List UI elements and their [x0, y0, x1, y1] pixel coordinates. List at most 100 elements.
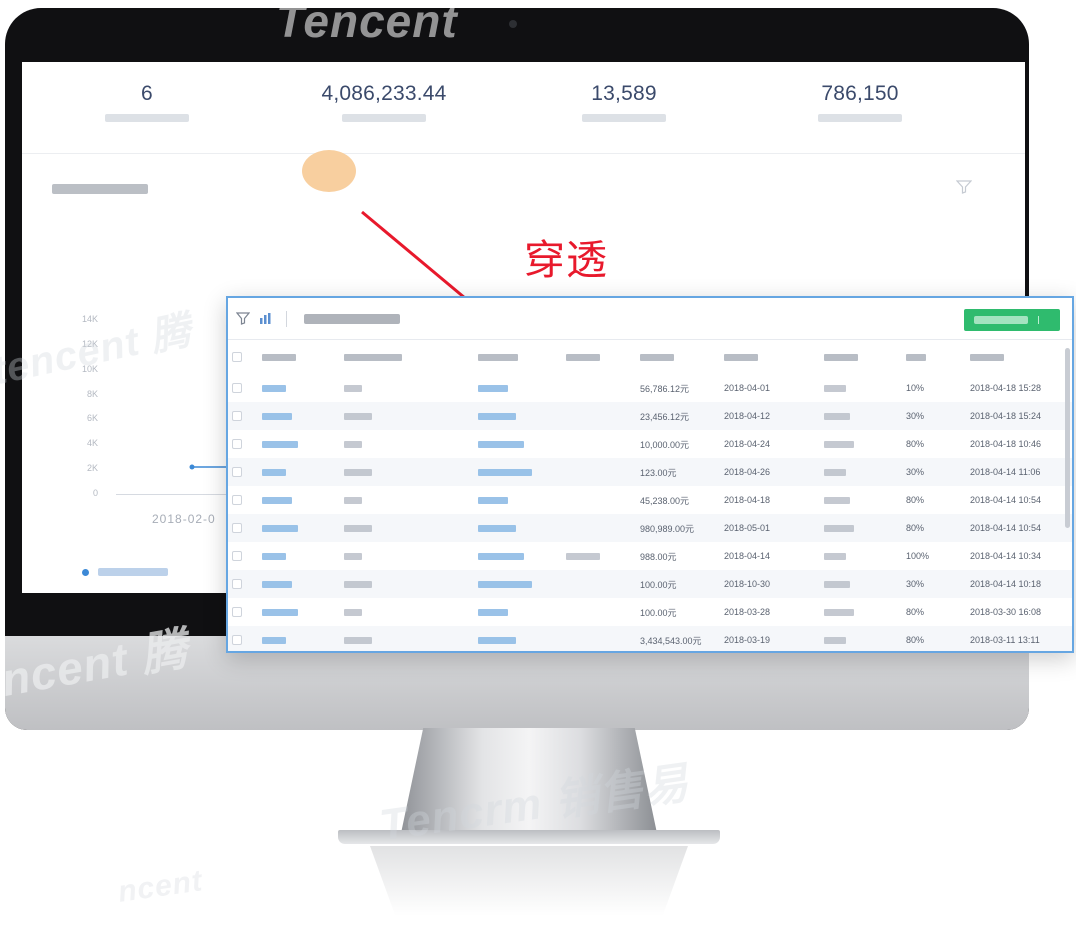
- panel-title: [304, 314, 400, 324]
- customer-link[interactable]: [478, 497, 508, 505]
- opportunity-link[interactable]: [262, 385, 286, 393]
- row-checkbox[interactable]: [232, 439, 242, 450]
- opportunity-link[interactable]: [262, 441, 298, 449]
- amount-cell: 980,989.00元: [640, 523, 695, 534]
- column-header[interactable]: [562, 340, 636, 374]
- table-row[interactable]: 100.00元 2018-03-28 80% 2018-03-30 16:08: [228, 598, 1072, 626]
- select-all-checkbox[interactable]: [228, 340, 258, 374]
- win-rate-cell: 10%: [906, 383, 925, 393]
- created-time-cell: 2018-04-14 10:18: [970, 579, 1042, 589]
- column-header[interactable]: [966, 340, 1072, 374]
- table-row[interactable]: 3,434,543.00元 2018-03-19 80% 2018-03-11 13:…: [228, 626, 1072, 651]
- customer-link[interactable]: [478, 385, 508, 393]
- opportunity-link[interactable]: [262, 609, 298, 617]
- stage-cell: [824, 637, 846, 645]
- row-checkbox[interactable]: [232, 635, 242, 646]
- column-header[interactable]: [636, 340, 720, 374]
- opportunity-table: 56,786.12元 2018-04-01 10% 2018-04-18 15:28 2…: [228, 340, 1072, 651]
- row-checkbox[interactable]: [232, 523, 242, 534]
- amount-cell: 123.00元: [640, 467, 677, 478]
- customer-link[interactable]: [478, 469, 532, 477]
- owner-cell: [344, 553, 362, 561]
- amount-cell: 988.00元: [640, 551, 677, 562]
- amount-cell: 56,786.12元: [640, 383, 690, 394]
- table-header-row: [228, 340, 1072, 374]
- column-header[interactable]: [258, 340, 340, 374]
- opportunity-link[interactable]: [262, 553, 286, 561]
- row-checkbox[interactable]: [232, 579, 242, 590]
- customer-link[interactable]: [478, 525, 516, 533]
- table-row[interactable]: 988.00元 2018-04-14 100% 2018-04-14 10:34: [228, 542, 1072, 570]
- created-time-cell: 2018-04-18 15:28: [970, 383, 1042, 393]
- table-row[interactable]: 56,786.12元 2018-04-01 10% 2018-04-18 15:28: [228, 374, 1072, 402]
- product-mockup: 6 4,086,233.44 13,589 786,150 14K 12K 10K 8…: [0, 0, 1076, 927]
- opportunity-link[interactable]: [262, 413, 292, 421]
- amount-cell: 10,000.00元: [640, 439, 690, 450]
- owner-cell: [344, 609, 362, 617]
- primary-action-button[interactable]: [964, 309, 1060, 331]
- customer-link[interactable]: [478, 553, 524, 561]
- opportunity-link[interactable]: [262, 469, 286, 477]
- row-checkbox[interactable]: [232, 495, 242, 506]
- win-rate-cell: 80%: [906, 495, 925, 505]
- stage-cell: [824, 497, 850, 505]
- opportunity-link[interactable]: [262, 525, 298, 533]
- drill-through-label: 穿透: [524, 236, 608, 284]
- customer-link[interactable]: [478, 413, 516, 421]
- row-checkbox[interactable]: [232, 607, 242, 618]
- win-rate-cell: 80%: [906, 635, 925, 645]
- created-time-cell: 2018-03-30 16:08: [970, 607, 1042, 617]
- win-rate-cell: 80%: [906, 523, 925, 533]
- customer-link[interactable]: [478, 637, 516, 645]
- owner-cell: [344, 637, 372, 645]
- filter-icon[interactable]: [236, 312, 250, 325]
- table-row[interactable]: 10,000.00元 2018-04-24 80% 2018-04-18 10:46: [228, 430, 1072, 458]
- stage-cell: [824, 553, 846, 561]
- chart-icon[interactable]: [258, 312, 272, 325]
- row-checkbox[interactable]: [232, 467, 242, 478]
- column-header[interactable]: [340, 340, 474, 374]
- created-time-cell: 2018-04-14 10:34: [970, 551, 1042, 561]
- owner-cell: [344, 385, 362, 393]
- table-row[interactable]: 123.00元 2018-04-26 30% 2018-04-14 11:06: [228, 458, 1072, 486]
- close-date-cell: 2018-03-28: [724, 607, 771, 617]
- button-label: [974, 316, 1028, 324]
- win-rate-cell: 80%: [906, 607, 925, 617]
- table-row[interactable]: 23,456.12元 2018-04-12 30% 2018-04-18 15:24: [228, 402, 1072, 430]
- stage-cell: [824, 581, 850, 589]
- close-date-cell: 2018-10-30: [724, 579, 771, 589]
- scrollbar[interactable]: [1065, 348, 1070, 528]
- table-row[interactable]: 45,238.00元 2018-04-18 80% 2018-04-14 10:54: [228, 486, 1072, 514]
- table-row[interactable]: 980,989.00元 2018-05-01 80% 2018-04-14 10:54: [228, 514, 1072, 542]
- close-date-cell: 2018-04-24: [724, 439, 771, 449]
- owner-cell: [344, 497, 362, 505]
- row-checkbox[interactable]: [232, 383, 242, 394]
- close-date-cell: 2018-03-19: [724, 635, 771, 645]
- column-header[interactable]: [820, 340, 902, 374]
- amount-cell: 23,456.12元: [640, 411, 690, 422]
- row-checkbox[interactable]: [232, 411, 242, 422]
- drill-down-table-panel: 56,786.12元 2018-04-01 10% 2018-04-18 15:28 2…: [226, 296, 1074, 653]
- chevron-down-icon: [1038, 316, 1050, 324]
- customer-link[interactable]: [478, 441, 524, 449]
- opportunity-link[interactable]: [262, 637, 286, 645]
- panel-toolbar: [228, 298, 1072, 340]
- amount-cell: 45,238.00元: [640, 495, 690, 506]
- created-time-cell: 2018-04-14 11:06: [970, 467, 1041, 477]
- column-header[interactable]: [902, 340, 966, 374]
- owner-cell: [344, 469, 372, 477]
- opportunity-link[interactable]: [262, 497, 292, 505]
- win-rate-cell: 30%: [906, 411, 925, 421]
- customer-link[interactable]: [478, 609, 508, 617]
- customer-link[interactable]: [478, 581, 532, 589]
- amount-cell: 3,434,543.00元: [640, 635, 702, 646]
- amount-cell: 100.00元: [640, 579, 677, 590]
- column-header[interactable]: [720, 340, 820, 374]
- opportunity-link[interactable]: [262, 581, 292, 589]
- created-time-cell: 2018-03-11 13:11: [970, 635, 1040, 645]
- row-checkbox[interactable]: [232, 551, 242, 562]
- table-row[interactable]: 100.00元 2018-10-30 30% 2018-04-14 10:18: [228, 570, 1072, 598]
- column-header[interactable]: [474, 340, 562, 374]
- type-cell: [566, 553, 600, 561]
- owner-cell: [344, 441, 362, 449]
